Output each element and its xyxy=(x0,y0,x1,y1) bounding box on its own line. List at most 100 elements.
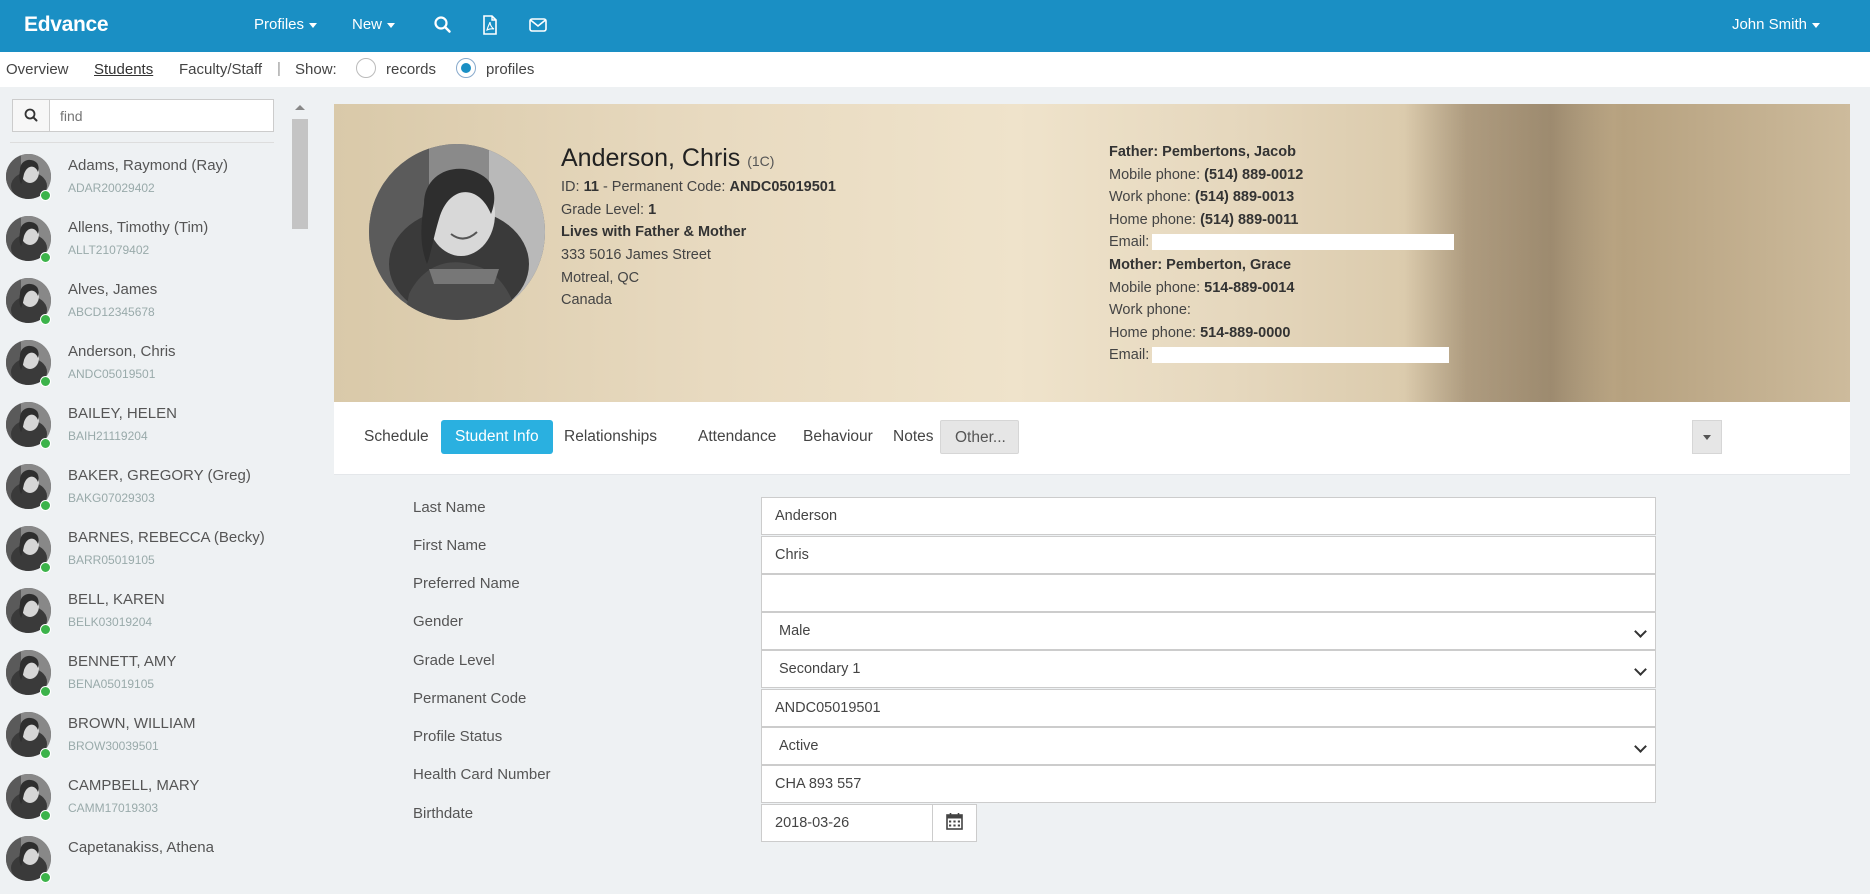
profile-photo xyxy=(369,144,545,320)
app-logo[interactable]: Edvance xyxy=(24,13,109,37)
scroll-up-arrow-icon[interactable] xyxy=(295,105,305,110)
tab-notes[interactable]: Notes xyxy=(879,420,948,454)
student-code: BARR05019105 xyxy=(68,553,155,567)
records-radio-label[interactable]: records xyxy=(386,61,436,78)
health-card-label: Health Card Number xyxy=(413,766,551,783)
student-list-item[interactable]: BENNETT, AMY BENA05019105 xyxy=(0,646,280,708)
profile-status-select[interactable]: Active xyxy=(761,727,1656,765)
preferred-name-label: Preferred Name xyxy=(413,575,520,592)
student-list-item[interactable]: Anderson, Chris ANDC05019501 xyxy=(0,336,280,398)
student-name: BAKER, GREGORY (Greg) xyxy=(68,467,251,484)
student-list-item[interactable]: Alves, James ABCD12345678 xyxy=(0,274,280,336)
mother-email-redacted xyxy=(1152,347,1450,364)
mother-mobile-label: Mobile phone: xyxy=(1109,280,1201,296)
mother-work-label: Work phone: xyxy=(1109,302,1191,318)
gender-value: Male xyxy=(779,623,811,639)
student-list-item[interactable]: Capetanakiss, Athena xyxy=(0,832,280,894)
father-mobile: Mobile phone: (514) 889-0012 xyxy=(1109,167,1303,183)
records-radio[interactable] xyxy=(356,58,376,78)
gender-select[interactable]: Male xyxy=(761,612,1656,650)
search-button[interactable] xyxy=(13,100,50,131)
mail-icon[interactable] xyxy=(527,14,549,36)
grade-level-select[interactable]: Secondary 1 xyxy=(761,650,1656,688)
scrollbar-thumb[interactable] xyxy=(292,119,308,229)
address-line-2: Motreal, QC xyxy=(561,270,640,286)
tabs-dropdown-toggle[interactable] xyxy=(1692,420,1722,454)
caret-down-icon xyxy=(1812,22,1820,28)
student-name: BARNES, REBECCA (Becky) xyxy=(68,529,265,546)
tab-attendance[interactable]: Attendance xyxy=(684,420,790,454)
tab-student-info[interactable]: Student Info xyxy=(441,420,553,454)
user-menu[interactable]: John Smith xyxy=(1732,16,1820,33)
online-status-dot xyxy=(40,500,51,511)
student-list-item[interactable]: BAKER, GREGORY (Greg) BAKG07029303 xyxy=(0,460,280,522)
student-name: BELL, KAREN xyxy=(68,591,165,608)
online-status-dot xyxy=(40,624,51,635)
grade-level-label: Grade Level xyxy=(413,652,495,669)
student-list-item[interactable]: BARNES, REBECCA (Becky) BARR05019105 xyxy=(0,522,280,584)
student-list-item[interactable]: Allens, Timothy (Tim) ALLT21079402 xyxy=(0,212,280,274)
profiles-menu[interactable]: Profiles xyxy=(254,16,318,33)
pdf-icon[interactable] xyxy=(479,14,501,36)
student-name: Capetanakiss, Athena xyxy=(68,839,214,856)
mother-home-label: Home phone: xyxy=(1109,325,1197,341)
id-value: 11 xyxy=(583,179,599,195)
grade-level-value: Secondary 1 xyxy=(779,661,861,677)
show-label: Show: xyxy=(295,61,337,78)
sub-navbar: Overview Students Faculty/Staff | Show: … xyxy=(0,52,1870,87)
sidebar-scrollbar[interactable] xyxy=(292,105,308,852)
student-list-item[interactable]: BELL, KAREN BELK03019204 xyxy=(0,584,280,646)
father-mobile-label: Mobile phone: xyxy=(1109,167,1201,183)
search-icon[interactable] xyxy=(432,14,454,36)
student-code: BAIH21119204 xyxy=(68,429,148,443)
birthdate-field[interactable]: 2018-03-26 xyxy=(761,804,933,842)
profiles-radio-label[interactable]: profiles xyxy=(486,61,534,78)
lives-with-text: Lives with Father & Mother xyxy=(561,224,747,240)
first-name-field[interactable]: Chris xyxy=(761,536,1656,574)
profile-status-label: Profile Status xyxy=(413,728,503,745)
mother-mobile: Mobile phone: 514-889-0014 xyxy=(1109,280,1294,296)
mother-home: Home phone: 514-889-0000 xyxy=(1109,325,1290,341)
search-input[interactable] xyxy=(50,100,272,131)
tab-overview[interactable]: Overview xyxy=(6,61,69,78)
new-menu-label: New xyxy=(352,16,383,33)
tab-students[interactable]: Students xyxy=(94,61,153,78)
health-card-field[interactable]: CHA 893 557 xyxy=(761,765,1656,803)
tab-schedule[interactable]: Schedule xyxy=(350,420,443,454)
mother-home-value: 514-889-0000 xyxy=(1200,325,1291,341)
father-work-label: Work phone: xyxy=(1109,189,1191,205)
student-list-item[interactable]: BAILEY, HELEN BAIH21119204 xyxy=(0,398,280,460)
permanent-code-field[interactable]: ANDC05019501 xyxy=(761,689,1656,727)
online-status-dot xyxy=(40,562,51,573)
permanent-code-label: Permanent Code xyxy=(413,690,527,707)
last-name-field[interactable]: Anderson xyxy=(761,497,1656,535)
student-list-item[interactable]: Adams, Raymond (Ray) ADAR20029402 xyxy=(0,150,280,212)
calendar-button[interactable] xyxy=(932,804,977,842)
address-country: Canada xyxy=(561,292,612,308)
profile-name: Anderson, Chris (1C) xyxy=(561,144,774,173)
address-line-1: 333 5016 James Street xyxy=(561,247,711,263)
mother-mobile-value: 514-889-0014 xyxy=(1204,280,1295,296)
mother-title-text: Mother: Pemberton, Grace xyxy=(1109,257,1292,273)
father-home-value: (514) 889-0011 xyxy=(1200,212,1299,228)
profiles-radio[interactable] xyxy=(456,58,476,78)
student-list-item[interactable]: BROWN, WILLIAM BROW30039501 xyxy=(0,708,280,770)
first-name-label: First Name xyxy=(413,537,487,554)
student-code: BROW30039501 xyxy=(68,739,159,753)
perm-code-label: - Permanent Code: xyxy=(602,179,726,195)
tab-faculty-staff[interactable]: Faculty/Staff xyxy=(179,61,262,78)
student-code: BENA05019105 xyxy=(68,677,155,691)
profile-class: (1C) xyxy=(747,153,775,169)
student-name: BAILEY, HELEN xyxy=(68,405,177,422)
tab-behaviour[interactable]: Behaviour xyxy=(789,420,887,454)
divider xyxy=(10,142,274,143)
student-list-item[interactable]: CAMPBELL, MARY CAMM17019303 xyxy=(0,770,280,832)
id-label: ID: xyxy=(561,179,580,195)
tab-other[interactable]: Other... xyxy=(940,420,1019,454)
student-code: ALLT21079402 xyxy=(68,243,150,257)
tab-relationships[interactable]: Relationships xyxy=(550,420,671,454)
father-work: Work phone: (514) 889-0013 xyxy=(1109,189,1294,205)
new-menu[interactable]: New xyxy=(352,16,396,33)
grade-value: 1 xyxy=(648,202,657,218)
preferred-name-field[interactable] xyxy=(761,574,1656,612)
